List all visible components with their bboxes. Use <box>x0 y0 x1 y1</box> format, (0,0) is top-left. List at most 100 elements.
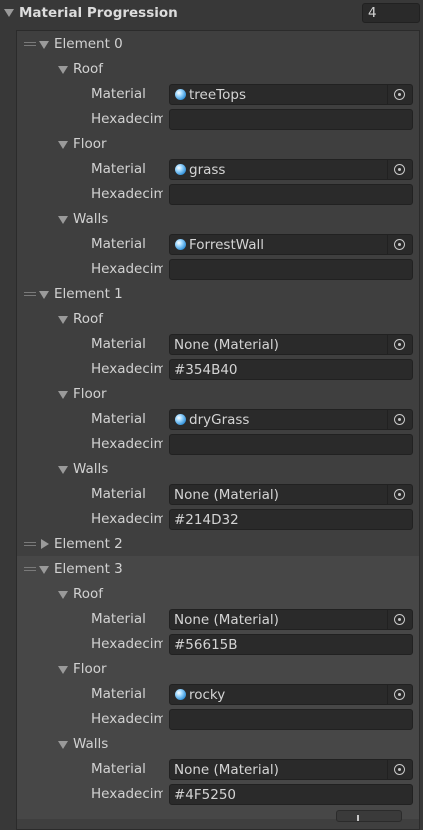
material-object-field[interactable]: None (Material) <box>169 609 413 630</box>
hex-row: Hexadecimal <box>0 182 423 207</box>
foldout-expanded-icon[interactable] <box>58 741 68 749</box>
object-picker-icon <box>394 489 405 500</box>
material-object-field[interactable]: None (Material) <box>169 484 413 505</box>
hex-input[interactable]: #56615B <box>169 634 413 655</box>
material-row: Material ForrestWall <box>0 232 423 257</box>
section-row[interactable]: Floor <box>0 382 423 407</box>
material-label: Material <box>91 411 146 427</box>
foldout-expanded-icon[interactable] <box>58 216 68 224</box>
element-row[interactable]: Element 2 <box>0 532 423 557</box>
section-row[interactable]: Roof <box>0 582 423 607</box>
element-row[interactable]: Element 3 <box>0 557 423 582</box>
object-picker-icon <box>394 239 405 250</box>
add-icon[interactable] <box>357 815 359 821</box>
section-label[interactable]: Walls <box>73 211 108 227</box>
foldout-expanded-icon[interactable] <box>58 666 68 674</box>
object-picker-button[interactable] <box>387 685 412 704</box>
foldout-expanded-icon[interactable] <box>58 66 68 74</box>
material-object-field[interactable]: rocky <box>169 684 413 705</box>
foldout-arrow-icon[interactable] <box>4 9 14 17</box>
section-label[interactable]: Roof <box>73 61 103 77</box>
foldout-expanded-icon[interactable] <box>58 466 68 474</box>
element-label[interactable]: Element 1 <box>54 286 123 302</box>
element-row[interactable]: Element 0 <box>0 32 423 57</box>
foldout-expanded-icon[interactable] <box>39 291 49 299</box>
material-object-field[interactable]: grass <box>169 159 413 180</box>
section-label[interactable]: Walls <box>73 736 108 752</box>
drag-handle-icon[interactable] <box>24 567 36 572</box>
hex-input[interactable] <box>169 109 413 130</box>
element-row[interactable]: Element 1 <box>0 282 423 307</box>
object-picker-button[interactable] <box>387 160 412 179</box>
material-object-field[interactable]: ForrestWall <box>169 234 413 255</box>
material-row: Material None (Material) <box>0 607 423 632</box>
property-title: Material Progression <box>19 5 178 21</box>
object-picker-button[interactable] <box>387 760 412 779</box>
object-picker-button[interactable] <box>387 235 412 254</box>
object-picker-button[interactable] <box>387 85 412 104</box>
hex-input[interactable] <box>169 434 413 455</box>
material-object-field[interactable]: treeTops <box>169 84 413 105</box>
element-label[interactable]: Element 3 <box>54 561 123 577</box>
material-row: Material grass <box>0 157 423 182</box>
foldout-expanded-icon[interactable] <box>58 141 68 149</box>
foldout-expanded-icon[interactable] <box>58 391 68 399</box>
drag-handle-icon[interactable] <box>24 292 36 297</box>
element-label[interactable]: Element 0 <box>54 36 123 52</box>
material-object-field[interactable]: None (Material) <box>169 334 413 355</box>
grip-line <box>24 45 36 46</box>
hex-row: Hexadecimal <box>0 707 423 732</box>
section-row[interactable]: Floor <box>0 657 423 682</box>
foldout-expanded-icon[interactable] <box>39 41 49 49</box>
section-label[interactable]: Roof <box>73 586 103 602</box>
array-size-field[interactable]: 4 <box>362 3 420 23</box>
foldout-expanded-icon[interactable] <box>39 566 49 574</box>
foldout-expanded-icon[interactable] <box>58 316 68 324</box>
section-label[interactable]: Roof <box>73 311 103 327</box>
drag-handle-icon[interactable] <box>24 42 36 47</box>
add-remove-footer[interactable] <box>336 810 402 822</box>
material-progression-header[interactable]: Material Progression 4 <box>0 0 423 28</box>
material-icon <box>175 89 186 100</box>
section-label[interactable]: Floor <box>73 661 107 677</box>
section-row[interactable]: Roof <box>0 57 423 82</box>
hex-input[interactable]: #4F5250 <box>169 784 413 805</box>
object-picker-button[interactable] <box>387 335 412 354</box>
material-label: Material <box>91 161 146 177</box>
hex-input[interactable] <box>169 259 413 280</box>
grip-line <box>24 542 36 543</box>
material-object-field[interactable]: dryGrass <box>169 409 413 430</box>
section-row[interactable]: Walls <box>0 457 423 482</box>
hex-label: Hexadecimal <box>91 786 163 802</box>
material-row: Material dryGrass <box>0 407 423 432</box>
foldout-collapsed-icon[interactable] <box>41 539 49 549</box>
material-label: Material <box>91 686 146 702</box>
section-row[interactable]: Walls <box>0 207 423 232</box>
object-picker-icon <box>394 414 405 425</box>
material-row: Material None (Material) <box>0 757 423 782</box>
section-label[interactable]: Floor <box>73 386 107 402</box>
object-picker-icon <box>394 689 405 700</box>
section-label[interactable]: Walls <box>73 461 108 477</box>
hex-input[interactable]: #214D32 <box>169 509 413 530</box>
object-picker-button[interactable] <box>387 485 412 504</box>
section-row[interactable]: Roof <box>0 307 423 332</box>
section-label[interactable]: Floor <box>73 136 107 152</box>
hex-row: Hexadecimal #4F5250 <box>0 782 423 807</box>
material-icon <box>175 239 186 250</box>
drag-handle-icon[interactable] <box>24 542 36 547</box>
section-row[interactable]: Walls <box>0 732 423 757</box>
material-object-field[interactable]: None (Material) <box>169 759 413 780</box>
element-label[interactable]: Element 2 <box>54 536 123 552</box>
hex-input[interactable] <box>169 709 413 730</box>
section-row[interactable]: Floor <box>0 132 423 157</box>
material-label: Material <box>91 761 146 777</box>
object-picker-button[interactable] <box>387 610 412 629</box>
object-picker-button[interactable] <box>387 410 412 429</box>
hex-label: Hexadecimal <box>91 111 163 127</box>
hex-input[interactable] <box>169 184 413 205</box>
grip-line <box>24 42 36 43</box>
foldout-expanded-icon[interactable] <box>58 591 68 599</box>
hex-label: Hexadecimal <box>91 636 163 652</box>
hex-input[interactable]: #354B40 <box>169 359 413 380</box>
